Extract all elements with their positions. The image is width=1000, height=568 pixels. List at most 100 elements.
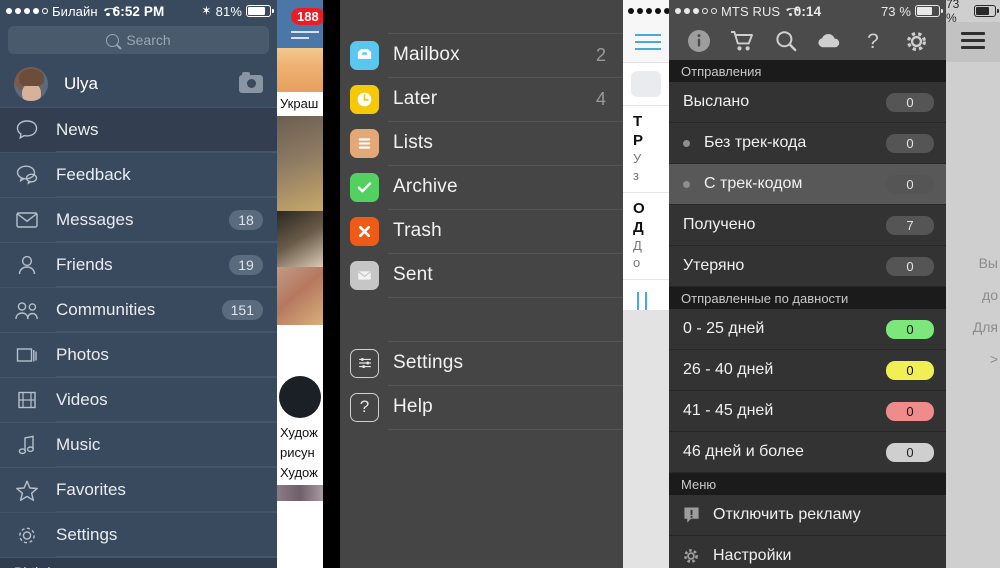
badge-count: 151	[221, 300, 263, 320]
list-icon	[350, 128, 379, 158]
menu-item-label: Sent	[393, 264, 433, 285]
carrier-name: Билайн	[52, 3, 98, 19]
menu-item-help[interactable]: ? Help	[340, 385, 623, 429]
sidebar-item-label: Settings	[56, 525, 118, 544]
menu-item-settings[interactable]: Настройки	[669, 536, 946, 568]
menu-item-later[interactable]: Later 4	[340, 77, 623, 121]
menu-item-archive[interactable]: Archive	[340, 165, 623, 209]
right-empty-message: Вы до Для >	[946, 62, 1000, 375]
sidebar-item-favorites[interactable]: Favorites	[0, 468, 277, 513]
section-header-shipments: Отправления	[669, 60, 946, 82]
sidebar-item-music[interactable]: Music	[0, 423, 277, 468]
list-item[interactable]: Украш	[277, 48, 323, 116]
row-count: 7	[886, 215, 934, 235]
parcel-row-with-track-code[interactable]: С трек-кодом 0	[669, 164, 946, 205]
mailbox-menu: Mailbox 2 Later 4 Lists Archive Trash Se…	[340, 0, 623, 568]
menu-item-label: Настройки	[713, 547, 792, 564]
feed-spacer	[277, 325, 323, 373]
star-icon	[14, 477, 40, 503]
right-status-bar: 73 %	[946, 0, 1000, 25]
mailbox-top-spacer	[340, 0, 623, 33]
menu-item-sent[interactable]: Sent	[340, 253, 623, 297]
sidebar-item-news[interactable]: News	[0, 108, 277, 153]
avatar	[14, 67, 48, 101]
list-item[interactable]: Худож рисун Худож	[277, 373, 323, 501]
menu-item-settings[interactable]: Settings	[340, 341, 623, 385]
sidebar-item-photos[interactable]: Photos	[0, 333, 277, 378]
parcel-row-received[interactable]: Получено 7	[669, 205, 946, 246]
hamburger-icon[interactable]	[635, 34, 661, 55]
sidebar-item-communities[interactable]: Communities 151	[0, 288, 277, 333]
bluetooth-icon: ✶	[201, 3, 212, 18]
row-count: 0	[886, 174, 934, 194]
gear-icon[interactable]	[901, 27, 931, 55]
menu-item-mailbox[interactable]: Mailbox 2	[340, 33, 623, 77]
parcel-row-age-0-25[interactable]: 0 - 25 дней 0	[669, 309, 946, 350]
battery-percent: 81%	[215, 3, 242, 19]
sidebar-item-label: Videos	[56, 390, 108, 409]
parcel-row-lost[interactable]: Утеряно 0	[669, 246, 946, 287]
clock-icon	[350, 84, 379, 114]
row-label: 46 дней и более	[683, 443, 804, 460]
list-item[interactable]	[277, 116, 323, 211]
list-item[interactable]: ОД До	[623, 192, 669, 279]
parcel-row-no-track-code[interactable]: Без трек-кода 0	[669, 123, 946, 164]
search-icon[interactable]	[771, 27, 801, 55]
menu-item-lists[interactable]: Lists	[340, 121, 623, 165]
question-mark-icon[interactable]: ?	[858, 27, 888, 55]
menu-item-disable-ads[interactable]: Отключить рекламу	[669, 495, 946, 536]
search-input[interactable]: Search	[8, 26, 269, 54]
sidebar-item-label: Feedback	[56, 165, 131, 184]
profile-name: Ulya	[64, 74, 99, 93]
sent-envelope-icon	[350, 260, 379, 290]
parcel-row-age-46-plus[interactable]: 46 дней и более 0	[669, 432, 946, 473]
svg-text:?: ?	[867, 30, 879, 53]
doc-status-bar	[623, 0, 669, 22]
parcel-row-age-41-45[interactable]: 41 - 45 дней 0	[669, 391, 946, 432]
profile-row[interactable]: Ulya	[0, 61, 277, 108]
sidebar-item-feedback[interactable]: Feedback	[0, 153, 277, 198]
row-count: 0	[886, 360, 934, 380]
vk-feed-strip-panel: 188 Украш Худож рисун Худож	[277, 0, 323, 568]
menu-item-label: Help	[393, 396, 433, 417]
list-item[interactable]	[277, 267, 323, 325]
menu-gap-1	[340, 297, 623, 341]
row-label: 0 - 25 дней	[683, 320, 765, 337]
post-image	[277, 48, 323, 92]
post-title: Худож	[280, 425, 318, 440]
sidebar-item-messages[interactable]: Messages 18	[0, 198, 277, 243]
sidebar-item-videos[interactable]: Videos	[0, 378, 277, 423]
parcel-status-bar: MTS RUS 0:14 73 %	[669, 0, 946, 22]
shopping-cart-icon[interactable]	[727, 27, 757, 55]
bullet-icon	[683, 139, 690, 147]
right-navbar	[946, 22, 1000, 62]
sidebar-item-settings[interactable]: Settings	[0, 513, 277, 558]
menu-item-label: Trash	[393, 220, 442, 241]
menu-item-label: Later	[393, 88, 438, 109]
parcel-row-sent[interactable]: Выслано 0	[669, 82, 946, 123]
list-item[interactable]	[277, 211, 323, 267]
row-label: 26 - 40 дней	[683, 361, 774, 378]
sidebar-item-label: News	[56, 120, 99, 139]
envelope-icon	[14, 207, 40, 233]
inbox-icon	[350, 40, 379, 70]
post-image	[277, 211, 323, 267]
bullet-icon	[683, 180, 690, 188]
row-count: 0	[886, 442, 934, 462]
search-input[interactable]	[631, 71, 661, 97]
row-count: 0	[886, 133, 934, 153]
doc-search-bar[interactable]	[623, 63, 669, 105]
list-item[interactable]: ТР Уз	[623, 105, 669, 192]
camera-icon[interactable]	[239, 72, 263, 93]
item-subtitle: Уз	[633, 151, 642, 183]
sidebar-item-label: Messages	[56, 210, 134, 229]
post-avatar	[279, 376, 321, 418]
cloud-icon[interactable]	[814, 27, 844, 55]
info-icon[interactable]	[684, 27, 714, 55]
parcel-row-age-26-40[interactable]: 26 - 40 дней 0	[669, 350, 946, 391]
hamburger-icon[interactable]	[961, 31, 985, 53]
menu-item-trash[interactable]: Trash	[340, 209, 623, 253]
battery-percent: 73 %	[946, 0, 960, 25]
sidebar-item-friends[interactable]: Friends 19	[0, 243, 277, 288]
mailbox-panel: Mailbox 2 Later 4 Lists Archive Trash Se…	[323, 0, 623, 568]
